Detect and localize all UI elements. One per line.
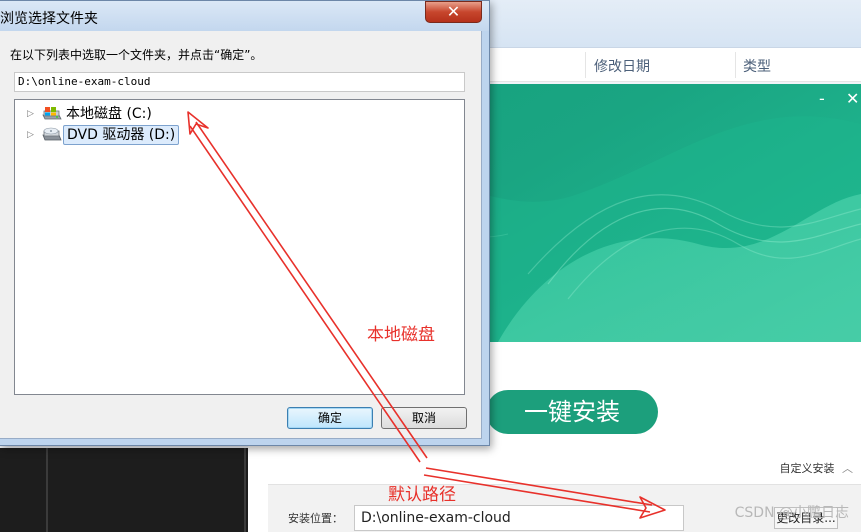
ok-button[interactable]: 确定	[287, 407, 373, 429]
dialog-title-bar[interactable]: 浏览选择文件夹 ✕	[0, 1, 489, 31]
taskbar-strip	[0, 448, 268, 532]
browse-folder-dialog: 浏览选择文件夹 ✕ 在以下列表中选取一个文件夹，并点击“确定”。 D:\onli…	[0, 0, 490, 446]
chevron-up-icon: ︿	[842, 462, 853, 475]
one-click-install-button[interactable]: 一键安装	[486, 390, 658, 434]
close-button[interactable]: ✕	[846, 90, 859, 108]
tree-item-label: DVD 驱动器 (D:)	[63, 125, 180, 145]
install-location-label: 安装位置：	[288, 512, 343, 525]
tree-item-local-disk-c[interactable]: ▷ 本地磁盘 (C:)	[27, 104, 155, 124]
folder-tree[interactable]: ▷ 本地磁盘 (C:) ▷ DVD 驱动器 (D:)	[14, 99, 465, 395]
dvd-drive-icon	[41, 127, 63, 143]
annotation-local-disk: 本地磁盘	[367, 325, 435, 345]
cancel-button[interactable]: 取消	[381, 407, 467, 429]
install-location-input[interactable]: D:\online-exam-cloud	[354, 505, 684, 531]
explorer-column-header: 修改日期 类型	[490, 48, 861, 82]
hard-drive-icon	[41, 106, 63, 122]
explorer-toolbar	[490, 0, 861, 48]
dialog-prompt: 在以下列表中选取一个文件夹，并点击“确定”。	[10, 48, 263, 62]
expand-arrow-icon[interactable]: ▷	[27, 109, 37, 119]
minimize-button[interactable]: -	[819, 90, 825, 108]
column-modified-date[interactable]: 修改日期	[594, 56, 650, 76]
column-type[interactable]: 类型	[743, 56, 771, 76]
custom-install-label: 自定义安装	[779, 462, 835, 475]
custom-install-link[interactable]: 自定义安装 ︿	[780, 460, 854, 476]
tree-item-label: 本地磁盘 (C:)	[66, 106, 152, 122]
dialog-close-button[interactable]: ✕	[425, 1, 482, 23]
csdn-watermark: CSDN @小鹏日志	[734, 505, 849, 521]
folder-path-field[interactable]: D:\online-exam-cloud	[14, 72, 465, 92]
column-separator	[735, 52, 736, 78]
column-separator	[585, 52, 586, 78]
dialog-title: 浏览选择文件夹	[0, 11, 98, 27]
dialog-body: 在以下列表中选取一个文件夹，并点击“确定”。 D:\online-exam-cl…	[0, 31, 482, 439]
annotation-default-path: 默认路径	[388, 485, 456, 505]
tree-item-dvd-drive-d[interactable]: ▷ DVD 驱动器 (D:)	[27, 125, 180, 145]
expand-arrow-icon[interactable]: ▷	[27, 130, 37, 140]
